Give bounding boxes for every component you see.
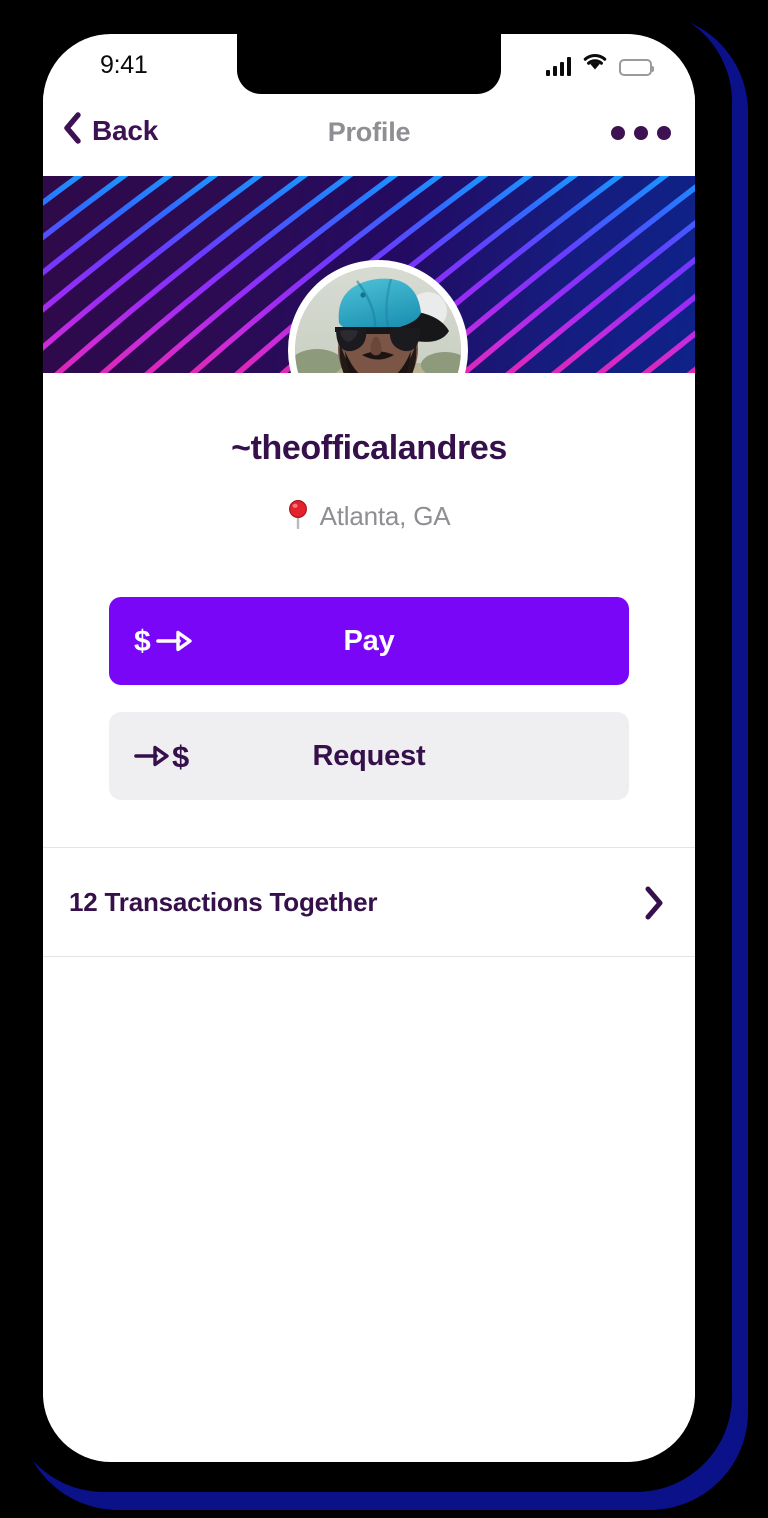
map-pin-icon	[288, 499, 308, 534]
chevron-right-icon	[643, 886, 665, 925]
transactions-together-label: 12 Transactions Together	[69, 886, 378, 917]
more-horizontal-icon[interactable]	[611, 126, 671, 140]
status-icons	[546, 52, 654, 76]
wifi-icon	[582, 52, 608, 76]
transactions-together-row[interactable]: 12 Transactions Together	[43, 848, 695, 956]
request-button[interactable]: $ Request	[109, 712, 629, 800]
divider	[43, 956, 695, 957]
status-time: 9:41	[100, 51, 148, 79]
svg-text:$: $	[134, 625, 151, 658]
arrow-right-dollar-icon: $	[134, 712, 196, 800]
profile-location: Atlanta, GA	[43, 499, 695, 534]
battery-full-icon	[619, 59, 654, 76]
location-label: Atlanta, GA	[319, 501, 451, 531]
cellular-signal-icon	[546, 57, 571, 76]
phone-screen: 9:41 Back Profile ~theofficalandres Atla…	[43, 34, 695, 1462]
dollar-arrow-right-icon: $	[134, 597, 196, 685]
pay-button[interactable]: $ Pay	[109, 597, 629, 685]
profile-username: ~theofficalandres	[231, 429, 507, 467]
navigation-bar: Back Profile	[43, 94, 695, 176]
avatar-image	[295, 267, 461, 373]
profile-banner	[43, 176, 695, 373]
svg-text:$: $	[172, 739, 189, 773]
status-bar: 9:41	[43, 34, 695, 94]
page-title: Profile	[327, 117, 411, 147]
